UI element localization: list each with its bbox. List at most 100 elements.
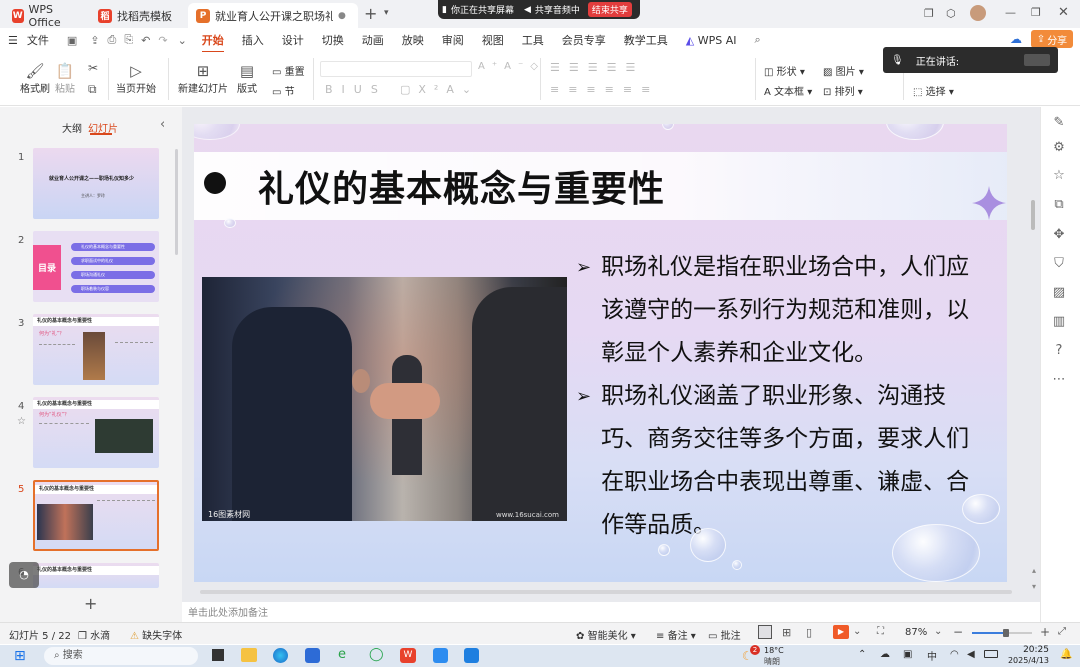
slide-bullets[interactable]: ➢ 职场礼仪是指在职业场合中，人们应该遵守的一系列行为规范和准则，以彰显个人素养… bbox=[576, 246, 976, 547]
menu-member[interactable]: 会员专享 bbox=[553, 32, 615, 48]
tab-template[interactable]: 稻 找稻壳模板 bbox=[90, 3, 185, 28]
share-button[interactable]: ⇪ 分享 bbox=[1031, 30, 1073, 48]
slide-thumb-1[interactable]: 就业育人公开课之——职场礼仪知多少 主讲人：罗玲 bbox=[33, 148, 159, 219]
slide-thumb-5[interactable]: 礼仪的基本概念与重要性 bbox=[33, 480, 159, 551]
meeting-app-icon[interactable] bbox=[433, 648, 448, 663]
edge-icon[interactable] bbox=[273, 648, 288, 663]
menu-insert[interactable]: 插入 bbox=[233, 32, 273, 48]
align-controls[interactable]: ≡≡≡≡≡≡ bbox=[550, 83, 659, 96]
clock-time[interactable]: 20:25 bbox=[1011, 645, 1049, 655]
paragraph-controls[interactable]: ☰☰☰☰☰ bbox=[550, 61, 644, 74]
clock-date[interactable]: 2025/4/13 bbox=[1005, 656, 1049, 665]
recording-icon[interactable]: ◔ bbox=[9, 562, 39, 588]
collapse-chevron-icon[interactable]: ‹ bbox=[160, 117, 165, 132]
maximize-icon[interactable]: ❐ bbox=[1031, 6, 1041, 19]
pen-icon[interactable]: ✎ bbox=[1048, 112, 1070, 134]
menu-teaching[interactable]: 教学工具 bbox=[615, 32, 677, 48]
section-button[interactable]: ▭ 节 bbox=[272, 83, 295, 98]
tab-list-chevron-icon[interactable]: ▾ bbox=[384, 8, 389, 18]
zoom-slider[interactable] bbox=[972, 629, 1032, 637]
menu-review[interactable]: 审阅 bbox=[433, 32, 473, 48]
menu-slideshow[interactable]: 放映 bbox=[393, 32, 433, 48]
zoom-level[interactable]: 87% bbox=[905, 627, 927, 638]
select-button[interactable]: ⬚ 选择 ▾ bbox=[913, 83, 954, 98]
tab-wps-office[interactable]: W WPS Office bbox=[4, 3, 86, 29]
slide-thumb-3[interactable]: 礼仪的基本概念与重要性 何为“礼”？ bbox=[33, 314, 159, 385]
slide[interactable]: 礼仪的基本概念与重要性 16图素材网 www.16sucai.com ➢ 职场礼… bbox=[194, 124, 1007, 582]
scroll-down-icon[interactable]: ▾ bbox=[1032, 582, 1036, 591]
copy-tool-icon[interactable]: ⧉ bbox=[1048, 194, 1070, 216]
comments-button[interactable]: ▭ 批注 bbox=[708, 627, 741, 642]
tab-dot-icon[interactable]: ● bbox=[338, 11, 346, 21]
picture-button[interactable]: ▨ 图片 ▾ bbox=[823, 63, 864, 78]
taskbar-search[interactable]: ⌕ 搜索 bbox=[44, 647, 198, 665]
tab-document[interactable]: P 就业育人公开课之职场礼仪知 ● bbox=[188, 3, 358, 28]
save-icon[interactable]: ▣ bbox=[58, 34, 86, 47]
font-size-controls[interactable]: A⁺A⁻◇ bbox=[478, 61, 545, 72]
tray-cloud-icon[interactable]: ☁ bbox=[880, 649, 890, 660]
text-style-controls[interactable]: BIUS bbox=[325, 83, 387, 96]
slideshow-chevron-icon[interactable]: ⌄ bbox=[853, 626, 861, 637]
fit-window-icon[interactable]: ⛶ bbox=[877, 626, 884, 637]
slide-thumb-6[interactable]: 礼仪的基本概念与重要性 bbox=[33, 563, 159, 588]
menu-tools[interactable]: 工具 bbox=[513, 32, 553, 48]
normal-view-icon[interactable] bbox=[758, 625, 772, 639]
print-preview-icon[interactable]: ⎘ bbox=[120, 33, 137, 47]
zoom-slider-thumb[interactable] bbox=[1003, 629, 1009, 637]
file-explorer-icon[interactable] bbox=[241, 648, 257, 662]
menu-transition[interactable]: 切换 bbox=[313, 32, 353, 48]
undo-icon[interactable]: ↶ bbox=[137, 34, 154, 47]
menu-wps-ai[interactable]: ◭ WPS AI bbox=[677, 34, 746, 47]
slide-title[interactable]: 礼仪的基本概念与重要性 bbox=[258, 160, 665, 212]
pinned-app-icon[interactable] bbox=[464, 648, 479, 663]
tray-app-icon[interactable]: ▣ bbox=[903, 649, 912, 660]
missing-font-label[interactable]: ⚠ 缺失字体 bbox=[130, 627, 182, 642]
windows-start-icon[interactable]: ⊞ bbox=[14, 648, 26, 664]
shirt-icon[interactable]: ⛉ bbox=[1048, 253, 1070, 275]
cut-icon[interactable]: ✂ bbox=[88, 61, 98, 75]
cloud-icon[interactable]: ☁ bbox=[1010, 32, 1022, 46]
menu-animation[interactable]: 动画 bbox=[353, 32, 393, 48]
settings-sliders-icon[interactable]: ⚙ bbox=[1048, 137, 1070, 159]
task-view-icon[interactable] bbox=[212, 649, 224, 661]
zoom-out-icon[interactable]: − bbox=[953, 625, 963, 639]
tray-up-chevron-icon[interactable]: ⌃ bbox=[858, 649, 866, 660]
layout-button[interactable]: ▤ 版式 bbox=[237, 62, 257, 95]
reset-button[interactable]: ▭ 重置 bbox=[272, 63, 305, 78]
slide-thumb-4[interactable]: 礼仪的基本概念与重要性 何为“礼仪”？ bbox=[33, 397, 159, 468]
browser-icon[interactable]: e bbox=[338, 647, 346, 662]
book-icon[interactable]: ▥ bbox=[1048, 311, 1070, 333]
menu-view[interactable]: 视图 bbox=[473, 32, 513, 48]
tools-icon[interactable]: ✥ bbox=[1048, 224, 1070, 246]
menu-design[interactable]: 设计 bbox=[273, 32, 313, 48]
weather-widget[interactable]: ☾ 2 18°C 晴朗 bbox=[740, 645, 790, 666]
smart-beautify-button[interactable]: ✿ 智能美化 ▾ bbox=[576, 627, 636, 642]
handshake-photo[interactable]: 16图素材网 www.16sucai.com bbox=[202, 277, 567, 521]
zoom-chevron-icon[interactable]: ⌄ bbox=[934, 626, 942, 637]
grid-view-icon[interactable]: ⊞ bbox=[782, 626, 791, 639]
scroll-up-icon[interactable]: ▴ bbox=[1032, 566, 1036, 575]
font-family-select[interactable] bbox=[320, 61, 472, 77]
close-icon[interactable]: ✕ bbox=[1058, 5, 1069, 20]
notification-icon[interactable]: 🔔 bbox=[1060, 649, 1072, 660]
minimize-icon[interactable]: — bbox=[1005, 6, 1016, 19]
from-current-button[interactable]: ▷ 当页开始 bbox=[116, 62, 156, 95]
text-effect-controls[interactable]: ▢X²A⌄ bbox=[400, 83, 479, 96]
star-icon[interactable]: ☆ bbox=[17, 416, 26, 427]
search-icon[interactable]: ⌕ bbox=[746, 33, 770, 47]
image-tool-icon[interactable]: ▨ bbox=[1048, 282, 1070, 304]
slide-thumb-2[interactable]: 目录 礼仪的基本概念与重要性 求职面试中的礼仪 职场沟通礼仪 职场着装与仪容 bbox=[33, 231, 159, 302]
format-painter-button[interactable]: 🖌 格式刷 bbox=[20, 62, 50, 95]
window-mode-icon[interactable]: ❐ bbox=[924, 7, 934, 20]
help-icon[interactable]: ? bbox=[1048, 340, 1070, 362]
store-icon[interactable] bbox=[305, 648, 320, 663]
wifi-icon[interactable]: ◠ bbox=[950, 649, 959, 660]
volume-icon[interactable]: ◀ bbox=[967, 649, 975, 660]
stop-share-button[interactable]: 结束共享 bbox=[587, 2, 632, 17]
star-tool-icon[interactable]: ☆ bbox=[1048, 165, 1070, 187]
menu-home[interactable]: 开始 bbox=[193, 32, 233, 53]
menu-file[interactable]: 文件 bbox=[27, 32, 58, 48]
redo-icon[interactable]: ↷ bbox=[154, 34, 171, 47]
cube-icon[interactable]: ⬡ bbox=[946, 7, 956, 20]
shape-button[interactable]: ◫ 形状 ▾ bbox=[764, 63, 805, 78]
